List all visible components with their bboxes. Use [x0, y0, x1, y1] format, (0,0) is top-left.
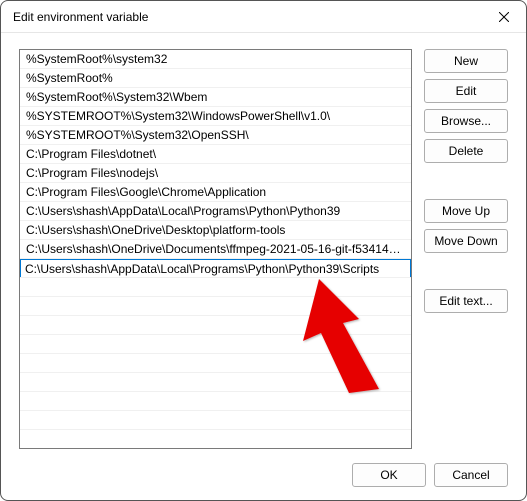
ok-button[interactable]: OK: [352, 463, 426, 487]
empty-row: [20, 392, 411, 411]
list-item[interactable]: C:\Users\shash\OneDrive\Documents\ffmpeg…: [20, 240, 411, 259]
list-item[interactable]: %SystemRoot%\system32: [20, 50, 411, 69]
edit-text-button[interactable]: Edit text...: [424, 289, 508, 313]
list-item[interactable]: C:\Users\shash\AppData\Local\Programs\Py…: [20, 202, 411, 221]
close-icon: [499, 12, 509, 22]
list-item-editing[interactable]: [20, 259, 411, 278]
new-button[interactable]: New: [424, 49, 508, 73]
list-item[interactable]: C:\Program Files\dotnet\: [20, 145, 411, 164]
cancel-button[interactable]: Cancel: [434, 463, 508, 487]
footer: OK Cancel: [1, 450, 526, 500]
list-item[interactable]: %SYSTEMROOT%\System32\OpenSSH\: [20, 126, 411, 145]
list-item[interactable]: %SystemRoot%\System32\Wbem: [20, 88, 411, 107]
close-button[interactable]: [482, 1, 526, 33]
list-item[interactable]: C:\Program Files\Google\Chrome\Applicati…: [20, 183, 411, 202]
list-item[interactable]: %SystemRoot%: [20, 69, 411, 88]
titlebar: Edit environment variable: [1, 1, 526, 33]
empty-row: [20, 430, 411, 449]
edit-button[interactable]: Edit: [424, 79, 508, 103]
window-title: Edit environment variable: [13, 10, 148, 24]
list-item[interactable]: %SYSTEMROOT%\System32\WindowsPowerShell\…: [20, 107, 411, 126]
move-down-button[interactable]: Move Down: [424, 229, 508, 253]
move-up-button[interactable]: Move Up: [424, 199, 508, 223]
delete-button[interactable]: Delete: [424, 139, 508, 163]
content-area: %SystemRoot%\system32 %SystemRoot% %Syst…: [1, 33, 526, 449]
list-item[interactable]: C:\Users\shash\OneDrive\Desktop\platform…: [20, 221, 411, 240]
empty-row: [20, 335, 411, 354]
empty-row: [20, 411, 411, 430]
path-listbox[interactable]: %SystemRoot%\system32 %SystemRoot% %Syst…: [19, 49, 412, 449]
empty-row: [20, 373, 411, 392]
empty-row: [20, 297, 411, 316]
empty-row: [20, 316, 411, 335]
empty-row: [20, 354, 411, 373]
button-column: New Edit Browse... Delete Move Up Move D…: [424, 49, 508, 449]
path-edit-input[interactable]: [20, 259, 411, 278]
list-item[interactable]: C:\Program Files\nodejs\: [20, 164, 411, 183]
empty-row: [20, 278, 411, 297]
browse-button[interactable]: Browse...: [424, 109, 508, 133]
